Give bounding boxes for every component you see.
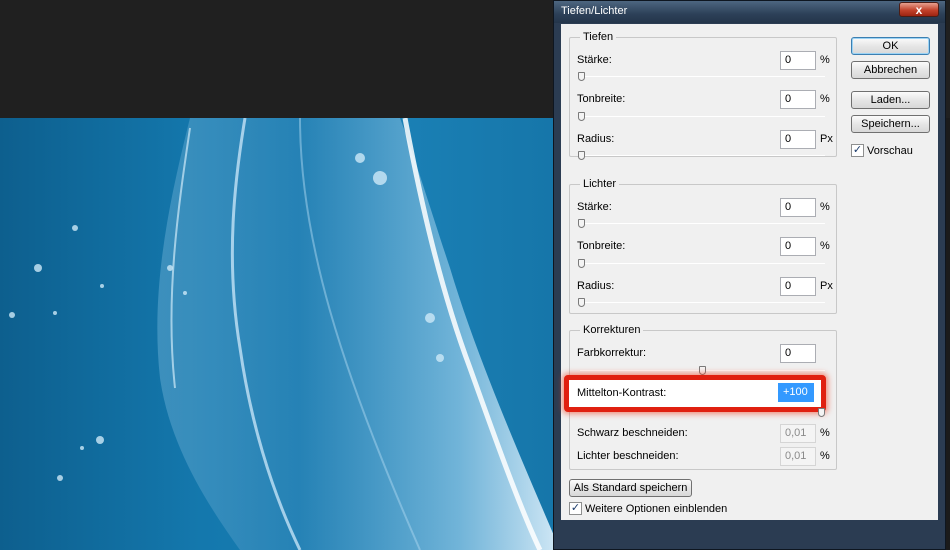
lichter-staerke-field[interactable]: 0 bbox=[780, 198, 816, 217]
lichter-beschneiden-unit: % bbox=[820, 450, 830, 462]
tiefen-staerke-label: Stärke: bbox=[577, 54, 612, 66]
tiefen-radius-field[interactable]: 0 bbox=[780, 130, 816, 149]
tiefen-staerke-field[interactable]: 0 bbox=[780, 51, 816, 70]
tiefen-staerke-unit: % bbox=[820, 54, 830, 66]
tiefen-tonbreite-unit: % bbox=[820, 93, 830, 105]
farbkorrektur-label: Farbkorrektur: bbox=[577, 347, 647, 359]
lichter-tonbreite-slider-thumb[interactable] bbox=[578, 259, 585, 268]
close-icon: x bbox=[915, 2, 923, 17]
lichter-beschneiden-label: Lichter beschneiden: bbox=[577, 450, 679, 462]
vorschau-label: Vorschau bbox=[867, 145, 913, 157]
tiefen-tonbreite-slider[interactable] bbox=[580, 116, 825, 117]
schwarz-beschneiden-label: Schwarz beschneiden: bbox=[577, 427, 688, 439]
tiefen-radius-unit: Px bbox=[820, 133, 833, 145]
lichter-tonbreite-unit: % bbox=[820, 240, 830, 252]
abbrechen-button[interactable]: Abbrechen bbox=[851, 61, 930, 79]
mittelton-kontrast-field[interactable]: +100 bbox=[778, 383, 814, 402]
dialog-title: Tiefen/Lichter bbox=[561, 5, 628, 17]
speichern-button[interactable]: Speichern... bbox=[851, 115, 930, 133]
dialog-client-area: Tiefen Stärke: 0 % Tonbreite: 0 % Radius… bbox=[561, 24, 938, 520]
mittelton-kontrast-label: Mittelton-Kontrast: bbox=[577, 387, 667, 399]
tiefen-radius-slider[interactable] bbox=[580, 155, 825, 156]
lichter-radius-slider[interactable] bbox=[580, 302, 825, 303]
schwarz-beschneiden-unit: % bbox=[820, 427, 830, 439]
vorschau-check-icon: ✓ bbox=[852, 144, 863, 156]
tiefen-radius-slider-thumb[interactable] bbox=[578, 151, 585, 160]
farbkorrektur-slider-thumb[interactable] bbox=[699, 366, 706, 375]
tiefen-tonbreite-slider-thumb[interactable] bbox=[578, 112, 585, 121]
lichter-radius-slider-thumb[interactable] bbox=[578, 298, 585, 307]
weitere-optionen-label: Weitere Optionen einblenden bbox=[585, 503, 728, 515]
close-button[interactable]: x bbox=[899, 2, 939, 17]
ok-button[interactable]: OK bbox=[851, 37, 930, 55]
tiefen-radius-label: Radius: bbox=[577, 133, 615, 145]
dialog-titlebar[interactable]: Tiefen/Lichter x bbox=[554, 1, 945, 23]
lichter-legend: Lichter bbox=[580, 178, 620, 190]
korrekturen-group: Korrekturen Farbkorrektur: 0 Mittelton-K… bbox=[564, 324, 837, 470]
tiefen-staerke-slider[interactable] bbox=[580, 76, 825, 77]
laden-button[interactable]: Laden... bbox=[851, 91, 930, 109]
lichter-tonbreite-field[interactable]: 0 bbox=[780, 237, 816, 256]
lichter-tonbreite-label: Tonbreite: bbox=[577, 240, 626, 252]
vorschau-checkbox[interactable]: ✓ bbox=[851, 144, 864, 157]
tiefen-tonbreite-field[interactable]: 0 bbox=[780, 90, 816, 109]
lichter-staerke-unit: % bbox=[820, 201, 830, 213]
lichter-tonbreite-slider[interactable] bbox=[580, 263, 825, 264]
tiefen-tonbreite-label: Tonbreite: bbox=[577, 93, 626, 105]
lichter-staerke-slider-thumb[interactable] bbox=[578, 219, 585, 228]
lichter-radius-unit: Px bbox=[820, 280, 833, 292]
weitere-optionen-checkbox[interactable]: ✓ bbox=[569, 502, 582, 515]
lichter-radius-field[interactable]: 0 bbox=[780, 277, 816, 296]
lichter-beschneiden-field[interactable]: 0,01 bbox=[780, 447, 816, 466]
tiefen-staerke-slider-thumb[interactable] bbox=[578, 72, 585, 81]
lichter-radius-label: Radius: bbox=[577, 280, 615, 292]
tiefen-legend: Tiefen bbox=[580, 31, 617, 43]
weitere-optionen-check-icon: ✓ bbox=[570, 502, 581, 514]
lichter-staerke-slider[interactable] bbox=[580, 223, 825, 224]
schwarz-beschneiden-field[interactable]: 0,01 bbox=[780, 424, 816, 443]
tiefen-lichter-dialog: Tiefen/Lichter x Tiefen Stärke: 0 % Tonb… bbox=[553, 0, 946, 550]
mittelton-kontrast-slider-thumb[interactable] bbox=[818, 408, 825, 417]
korrekturen-legend: Korrekturen bbox=[580, 324, 644, 336]
lichter-group: Lichter Stärke: 0 % Tonbreite: 0 % Radiu… bbox=[569, 178, 837, 314]
tiefen-group: Tiefen Stärke: 0 % Tonbreite: 0 % Radius… bbox=[569, 31, 837, 160]
lichter-staerke-label: Stärke: bbox=[577, 201, 612, 213]
als-standard-speichern-button[interactable]: Als Standard speichern bbox=[569, 479, 692, 497]
farbkorrektur-field[interactable]: 0 bbox=[780, 344, 816, 363]
